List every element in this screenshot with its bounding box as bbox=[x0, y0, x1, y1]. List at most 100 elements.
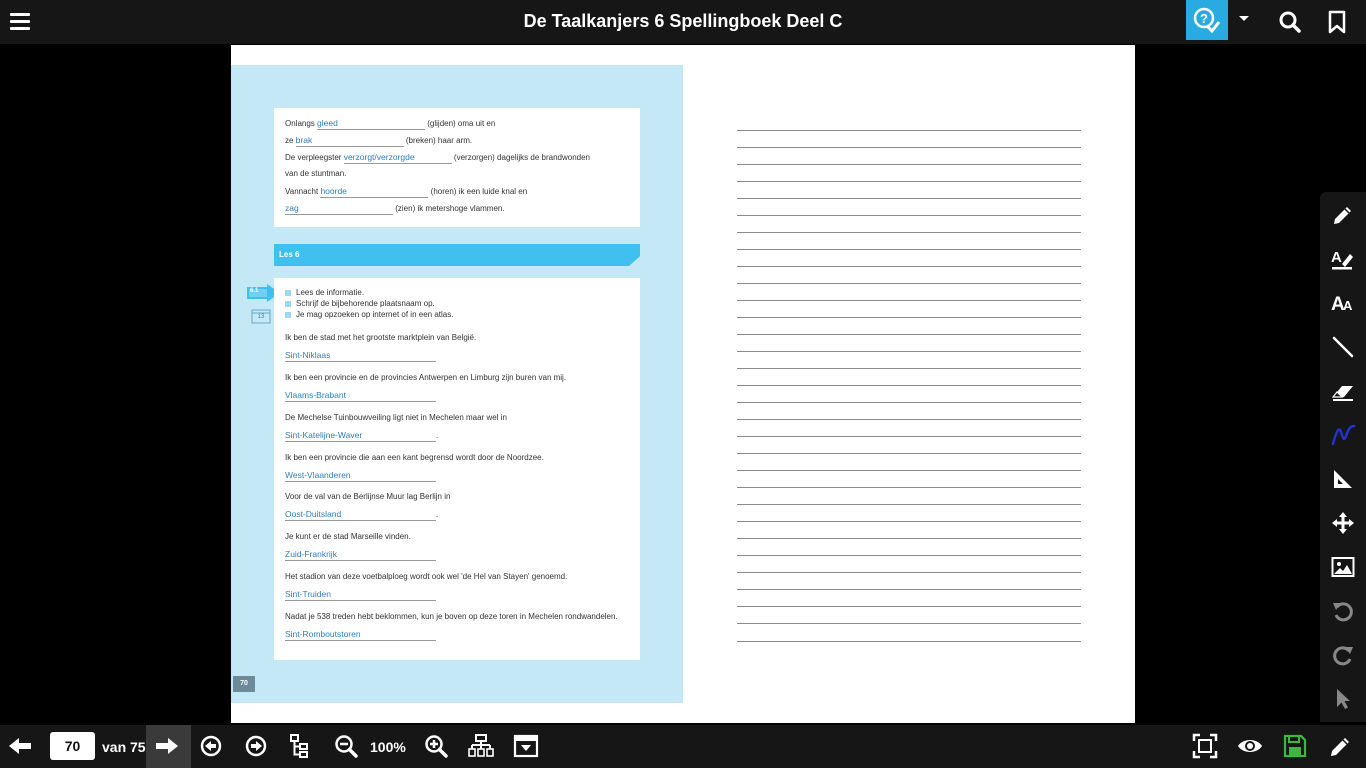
writing-line bbox=[737, 555, 1081, 556]
annotation-toolbar: A AA bbox=[1320, 192, 1366, 722]
question-text: De Mechelse Tuinbouwveiling ligt niet in… bbox=[285, 413, 507, 422]
window-icon[interactable] bbox=[513, 733, 539, 759]
answer-line: West-Vlaanderen bbox=[285, 470, 436, 482]
svg-text:?: ? bbox=[1200, 11, 1208, 26]
page-title: De Taalkanjers 6 Spellingboek Deel C bbox=[523, 11, 843, 31]
help-check-icon[interactable]: ? bbox=[1186, 0, 1228, 40]
eye-icon[interactable] bbox=[1237, 733, 1263, 759]
highlighter-icon[interactable]: A bbox=[1330, 246, 1356, 272]
answer-line: Sint-Niklaas bbox=[285, 350, 436, 362]
writing-line bbox=[737, 164, 1081, 165]
exercise-box-verbs: Onlangs gleed (glijden) oma uit en ze br… bbox=[274, 108, 640, 227]
writing-line bbox=[737, 589, 1081, 590]
instruction-item: Schrijf de bijbehorende plaatsnaam op. bbox=[285, 299, 435, 309]
writing-line bbox=[737, 317, 1081, 318]
writing-line bbox=[737, 504, 1081, 505]
network-icon[interactable] bbox=[468, 733, 494, 759]
top-bar: De Taalkanjers 6 Spellingboek Deel C ? bbox=[0, 0, 1366, 44]
page-number-input[interactable] bbox=[50, 732, 95, 760]
zoom-level: 100% bbox=[370, 739, 406, 755]
writing-line bbox=[737, 419, 1081, 420]
save-icon[interactable] bbox=[1282, 733, 1308, 759]
question-text: Ik ben een provincie die aan een kant be… bbox=[285, 453, 544, 462]
answer-line: Oost-Duitsland. bbox=[285, 509, 439, 521]
question-text: Voor de val van de Berlijnse Muur lag Be… bbox=[285, 492, 451, 501]
page-number-badge: 70 bbox=[233, 676, 255, 692]
redo-icon[interactable] bbox=[1330, 642, 1356, 668]
writing-line bbox=[737, 130, 1081, 131]
bookmark-icon[interactable] bbox=[1323, 8, 1351, 36]
writing-line bbox=[737, 470, 1081, 471]
arrow-right-icon bbox=[156, 738, 178, 754]
exercise-line: De verpleegster verzorgt/verzorgde (verz… bbox=[285, 152, 591, 164]
writing-line bbox=[737, 453, 1081, 454]
writing-line bbox=[737, 402, 1081, 403]
writing-line bbox=[737, 641, 1081, 642]
answer-line: Zuid-Frankrijk bbox=[285, 549, 436, 561]
book-page-left: Onlangs gleed (glijden) oma uit en ze br… bbox=[231, 45, 683, 723]
writing-line bbox=[737, 606, 1081, 607]
answer-line: Sint-Romboutstoren bbox=[285, 629, 436, 641]
question-text: Ik ben de stad met het grootste marktple… bbox=[285, 333, 477, 342]
writing-line bbox=[737, 385, 1081, 386]
writing-line bbox=[737, 147, 1081, 148]
exercise-line: ze brak (breken) haar arm. bbox=[285, 135, 473, 147]
writing-line bbox=[737, 215, 1081, 216]
move-icon[interactable] bbox=[1330, 510, 1356, 536]
writing-line bbox=[737, 436, 1081, 437]
sitemap-icon[interactable] bbox=[288, 733, 314, 759]
circle-arrow-left-icon[interactable] bbox=[198, 733, 224, 759]
book-page-right[interactable] bbox=[683, 45, 1135, 723]
writing-line bbox=[737, 487, 1081, 488]
writing-line bbox=[737, 623, 1081, 624]
writing-line bbox=[737, 351, 1081, 352]
page-total-label: van 75 bbox=[102, 739, 146, 755]
pointer-icon[interactable] bbox=[1330, 686, 1356, 712]
caret-down-icon[interactable] bbox=[1236, 10, 1252, 30]
arrow-left-icon[interactable] bbox=[7, 733, 33, 759]
bottom-toolbar: van 75 100% bbox=[0, 725, 1366, 768]
search-icon[interactable] bbox=[1276, 8, 1304, 36]
writing-line bbox=[737, 283, 1081, 284]
writing-line bbox=[737, 249, 1081, 250]
zoom-out-icon[interactable] bbox=[333, 733, 359, 759]
answer-line: Sint-Truiden bbox=[285, 589, 436, 601]
instruction-item: Lees de informatie. bbox=[285, 288, 364, 298]
next-page-button[interactable] bbox=[146, 725, 191, 768]
lesson-title: Les 6 bbox=[279, 250, 300, 259]
question-text: Nadat je 538 treden hebt beklommen, kun … bbox=[285, 612, 618, 621]
answer-line: Sint-Katelijne-Waver. bbox=[285, 430, 439, 442]
instruction-item: Je mag opzoeken op internet of in een at… bbox=[285, 310, 453, 320]
exercise-line: van de stuntman. bbox=[285, 169, 347, 178]
writing-line bbox=[737, 368, 1081, 369]
text-icon[interactable]: AA bbox=[1330, 290, 1356, 316]
triangle-ruler-icon[interactable] bbox=[1330, 466, 1356, 492]
exercise-line: Vannacht hoorde (horen) ik een luide kna… bbox=[285, 186, 528, 198]
pencil-icon[interactable] bbox=[1328, 733, 1354, 759]
circle-arrow-right-icon[interactable] bbox=[243, 733, 269, 759]
fit-screen-icon[interactable] bbox=[1192, 733, 1218, 759]
writing-line bbox=[737, 521, 1081, 522]
lesson-banner: Les 6 bbox=[274, 244, 640, 266]
pencil-icon[interactable] bbox=[1330, 202, 1356, 228]
undo-icon[interactable] bbox=[1330, 598, 1356, 624]
eraser-icon[interactable] bbox=[1330, 378, 1356, 404]
writing-line bbox=[737, 232, 1081, 233]
question-text: Ik ben een provincie en de provincies An… bbox=[285, 373, 567, 382]
svg-text:A: A bbox=[1343, 298, 1353, 313]
writing-line bbox=[737, 572, 1081, 573]
pen-color-icon[interactable] bbox=[1330, 422, 1356, 448]
question-text: Je kunt er de stad Marseille vinden. bbox=[285, 532, 411, 541]
line-icon[interactable] bbox=[1330, 334, 1356, 360]
calendar-icon: 13 bbox=[251, 308, 271, 324]
zoom-in-icon[interactable] bbox=[423, 733, 449, 759]
exercise-line: zag (zien) ik metershoge vlammen. bbox=[285, 203, 505, 215]
exercise-box-places: Lees de informatie. Schrijf de bijbehore… bbox=[274, 278, 640, 660]
image-icon[interactable] bbox=[1330, 554, 1356, 580]
svg-text:A: A bbox=[1331, 249, 1342, 266]
writing-line bbox=[737, 300, 1081, 301]
writing-line bbox=[737, 181, 1081, 182]
writing-line bbox=[737, 538, 1081, 539]
writing-line bbox=[737, 198, 1081, 199]
question-text: Het stadion van deze voetbalploeg wordt … bbox=[285, 572, 568, 581]
